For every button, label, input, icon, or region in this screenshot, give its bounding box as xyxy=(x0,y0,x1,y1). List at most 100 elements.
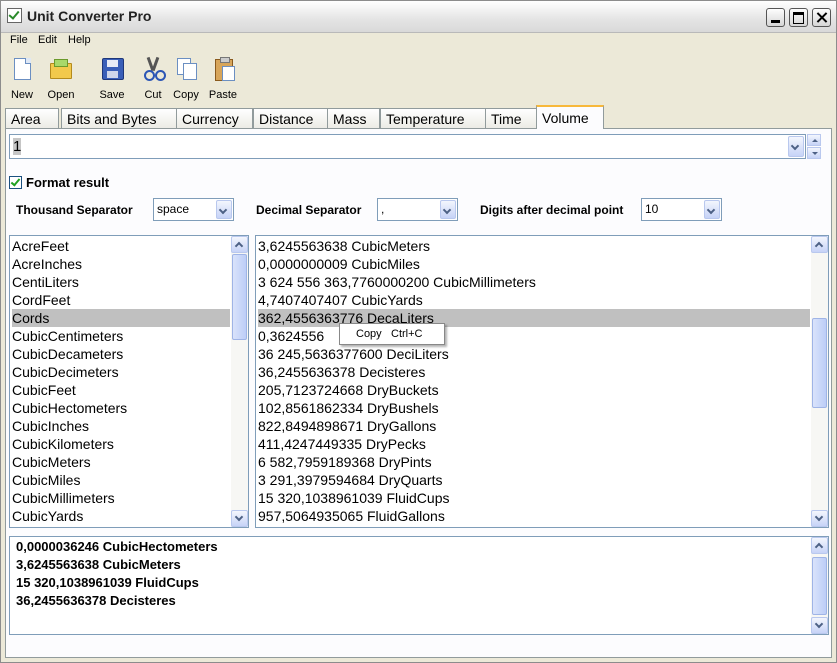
open-folder-icon xyxy=(50,57,72,81)
save-button[interactable]: Save xyxy=(97,57,127,101)
result-list-item[interactable]: 205,7123724668 DryBuckets xyxy=(258,381,810,399)
scroll-down-button[interactable] xyxy=(231,510,248,527)
unit-list-item[interactable]: Cords xyxy=(12,309,230,327)
scroll-up-button[interactable] xyxy=(811,537,828,554)
unit-list-item[interactable]: CubicInches xyxy=(12,417,230,435)
toolbar: New Open Save Cut Copy Paste xyxy=(1,53,836,149)
close-button[interactable] xyxy=(812,8,831,27)
open-button[interactable]: Open xyxy=(45,57,77,101)
minimize-button[interactable] xyxy=(766,8,785,27)
spin-down-button[interactable] xyxy=(807,147,821,159)
result-list-item[interactable]: 3,6245563638 CubicMeters xyxy=(258,237,810,255)
summary-line: 3,6245563638 CubicMeters xyxy=(16,557,181,572)
cut-button[interactable]: Cut xyxy=(141,57,166,101)
save-disk-icon xyxy=(101,57,124,81)
result-list-item[interactable]: 411,4247449335 DryPecks xyxy=(258,435,810,453)
format-result-label: Format result xyxy=(26,175,110,190)
title-bar[interactable]: Unit Converter Pro xyxy=(1,1,836,33)
menu-bar: File Edit Help xyxy=(1,32,836,51)
result-list-item[interactable]: 36 245,5636377600 DeciLiters xyxy=(258,345,810,363)
app-window: Unit Converter Pro File Edit Help New Op… xyxy=(0,0,837,663)
menu-file[interactable]: File xyxy=(10,34,28,46)
tab-volume[interactable]: Volume xyxy=(536,105,604,129)
chevron-down-icon[interactable] xyxy=(440,200,456,219)
summary-scrollbar[interactable] xyxy=(811,537,828,634)
tab-area[interactable]: Area xyxy=(5,108,59,128)
summary-line: 36,2455636378 Decisteres xyxy=(16,593,176,608)
result-list-item[interactable]: 15 320,1038961039 FluidCups xyxy=(258,489,810,507)
unit-list-item[interactable]: CubicFeet xyxy=(12,381,230,399)
scroll-up-button[interactable] xyxy=(231,236,248,253)
chevron-down-icon[interactable] xyxy=(216,200,232,219)
context-menu-shortcut: Ctrl+C xyxy=(391,328,423,340)
unit-list-item[interactable]: CubicYards xyxy=(12,507,230,525)
digits-label: Digits after decimal point xyxy=(480,203,624,217)
result-list-item[interactable]: 822,8494898671 DryGallons xyxy=(258,417,810,435)
spin-up-button[interactable] xyxy=(807,134,821,146)
copy-button[interactable]: Copy xyxy=(171,57,201,101)
result-list-item[interactable]: 957,5064935065 FluidGallons xyxy=(258,507,810,525)
thousand-separator-label: Thousand Separator xyxy=(16,203,133,217)
result-list-item[interactable]: 4,7407407407 CubicYards xyxy=(258,291,810,309)
context-menu-copy[interactable]: Copy xyxy=(356,328,382,340)
scroll-down-button[interactable] xyxy=(811,617,828,634)
menu-help[interactable]: Help xyxy=(68,34,91,46)
tab-currency[interactable]: Currency xyxy=(176,108,253,128)
conversion-results-list[interactable]: 957,5064935065 FluidGallons 15 320,103896… xyxy=(255,235,829,528)
thousand-separator-select[interactable]: space xyxy=(153,198,234,221)
copy-pages-icon xyxy=(175,57,197,81)
clipboard-icon xyxy=(212,57,235,81)
results-list-scrollbar[interactable] xyxy=(811,236,828,527)
unit-list-item[interactable]: CubicDecameters xyxy=(12,345,230,363)
digits-select[interactable]: 10 xyxy=(641,198,722,221)
unit-list-item[interactable]: CubicCentimeters xyxy=(12,327,230,345)
app-checkmark-icon xyxy=(7,8,22,23)
value-input[interactable]: 1 xyxy=(9,134,806,159)
maximize-button[interactable] xyxy=(789,8,808,27)
menu-edit[interactable]: Edit xyxy=(38,34,57,46)
scroll-up-button[interactable] xyxy=(811,236,828,253)
unit-list-item[interactable]: AcreFeet xyxy=(12,237,230,255)
scissors-icon xyxy=(142,57,166,81)
chevron-down-icon[interactable] xyxy=(704,200,720,219)
tab-temperature[interactable]: Temperature xyxy=(380,108,487,128)
unit-list-scrollbar[interactable] xyxy=(231,236,248,527)
unit-list-item[interactable]: CubicMiles xyxy=(12,471,230,489)
result-list-item[interactable]: 6 582,7959189368 DryPints xyxy=(258,453,810,471)
scroll-thumb[interactable] xyxy=(812,318,827,408)
result-list-item[interactable]: 3 624 556 363,7760000200 CubicMillimeter… xyxy=(258,273,810,291)
scroll-thumb[interactable] xyxy=(812,557,827,615)
result-list-item[interactable]: 3 291,3979594684 DryQuarts xyxy=(258,471,810,489)
new-button[interactable]: New xyxy=(7,57,37,101)
tab-bits-and-bytes[interactable]: Bits and Bytes xyxy=(61,108,179,128)
tab-mass[interactable]: Mass xyxy=(327,108,380,128)
value-spinner xyxy=(807,134,821,159)
unit-list-item[interactable]: CubicKilometers xyxy=(12,435,230,453)
source-unit-list[interactable]: CubicYards CubicMillimeters CubicMiles Cubi… xyxy=(9,235,249,528)
summary-line: 0,0000036246 CubicHectometers xyxy=(16,539,218,554)
value-history-dropdown-button[interactable] xyxy=(788,136,804,157)
unit-list-item[interactable]: CentiLiters xyxy=(12,273,230,291)
unit-list-item[interactable]: CubicMeters xyxy=(12,453,230,471)
result-list-item[interactable]: 102,8561862334 DryBushels xyxy=(258,399,810,417)
window-title: Unit Converter Pro xyxy=(27,8,152,24)
unit-list-item[interactable]: CordFeet xyxy=(12,291,230,309)
unit-list-item[interactable]: CubicDecimeters xyxy=(12,363,230,381)
tab-distance[interactable]: Distance xyxy=(253,108,329,128)
scroll-thumb[interactable] xyxy=(232,254,247,340)
scroll-down-button[interactable] xyxy=(811,510,828,527)
tab-time[interactable]: Time xyxy=(485,108,537,128)
result-list-item[interactable]: 36,2455636378 Decisteres xyxy=(258,363,810,381)
unit-list-item[interactable]: CubicHectometers xyxy=(12,399,230,417)
unit-list-item[interactable]: AcreInches xyxy=(12,255,230,273)
paste-button[interactable]: Paste xyxy=(207,57,239,101)
decimal-separator-select[interactable]: , xyxy=(377,198,458,221)
format-result-checkbox[interactable] xyxy=(9,176,22,189)
context-menu: Copy Ctrl+C xyxy=(339,323,445,345)
new-document-icon xyxy=(11,57,33,81)
unit-list-item[interactable]: CubicMillimeters xyxy=(12,489,230,507)
summary-line: 15 320,1038961039 FluidCups xyxy=(16,575,199,590)
selected-results-box[interactable]: 36,2455636378 Decisteres 15 320,103896103… xyxy=(9,536,829,635)
result-list-item[interactable]: 0,0000000009 CubicMiles xyxy=(258,255,810,273)
decimal-separator-label: Decimal Separator xyxy=(256,203,362,217)
